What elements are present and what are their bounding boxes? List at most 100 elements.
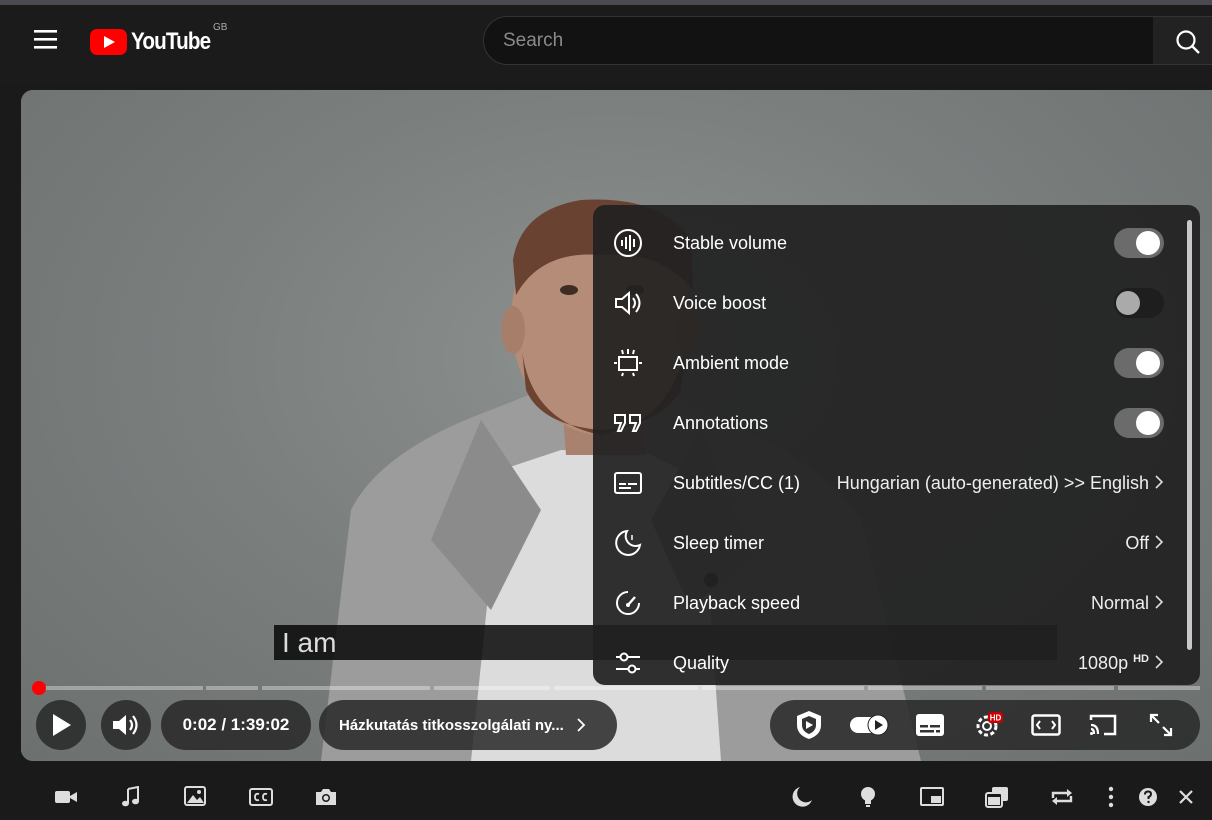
- miniplayer-button[interactable]: [1029, 708, 1063, 742]
- scrubber-handle[interactable]: [32, 681, 46, 695]
- search-input[interactable]: [483, 16, 1154, 65]
- picture-in-picture-button[interactable]: [919, 785, 945, 809]
- ambient-mode-toggle[interactable]: [1114, 348, 1164, 378]
- annotations-icon: [611, 406, 645, 440]
- ambient-mode-icon: [611, 346, 645, 380]
- playback-speed-icon: [611, 586, 645, 620]
- settings-item-value: Hungarian (auto-generated) >> English: [836, 472, 1149, 493]
- chapter-segment[interactable]: [434, 686, 550, 690]
- voice-boost-icon: [611, 286, 645, 320]
- picture-in-picture-icon: [920, 787, 944, 806]
- settings-item-voice-boost[interactable]: Voice boost: [593, 273, 1183, 333]
- image-icon: [184, 786, 206, 806]
- annotations-toggle[interactable]: [1114, 408, 1164, 438]
- settings-item-value: 1080p HD: [1078, 653, 1149, 674]
- windows-stack-icon: [985, 787, 1008, 808]
- help-button[interactable]: [1135, 785, 1161, 809]
- settings-item-ambient-mode[interactable]: Ambient mode: [593, 333, 1183, 393]
- settings-item-stable-volume[interactable]: Stable volume: [593, 213, 1183, 273]
- chapter-title-button[interactable]: Házkutatás titkosszolgálati ny...: [319, 700, 617, 750]
- logo-wordmark: YouTube: [131, 28, 211, 55]
- volume-icon: [113, 715, 138, 735]
- settings-item-sleep-timer[interactable]: Sleep timer Off: [593, 513, 1183, 573]
- settings-item-label: Voice boost: [673, 292, 767, 313]
- settings-button[interactable]: HD: [971, 708, 1005, 742]
- loop-button[interactable]: [1049, 785, 1075, 809]
- settings-item-label: Stable volume: [673, 232, 788, 253]
- fullscreen-button[interactable]: [1144, 708, 1178, 742]
- gear-icon: HD: [976, 712, 1003, 737]
- shield-button[interactable]: [792, 708, 826, 742]
- cast-button[interactable]: [1086, 708, 1120, 742]
- chapter-segment[interactable]: [33, 686, 203, 690]
- time-display: 0:02 / 1:39:02: [161, 700, 311, 750]
- chevron-right-icon: [1155, 475, 1164, 489]
- search-button[interactable]: [1153, 16, 1212, 65]
- popup-player-button[interactable]: [984, 785, 1010, 809]
- music-note-button[interactable]: [118, 785, 144, 809]
- hamburger-icon: [34, 30, 57, 49]
- chevron-right-icon: [1155, 535, 1164, 549]
- search-icon: [1176, 30, 1200, 54]
- quality-icon: [611, 646, 645, 680]
- quality-value: 1080p: [1078, 652, 1129, 673]
- theater-mode-icon: [1030, 714, 1061, 736]
- settings-item-subtitles[interactable]: Subtitles/CC (1) Hungarian (auto-generat…: [593, 453, 1183, 513]
- settings-item-value: Normal: [1090, 592, 1149, 613]
- settings-item-playback-speed[interactable]: Playback speed Normal: [593, 573, 1183, 633]
- settings-item-label: Subtitles/CC (1): [673, 472, 801, 493]
- play-icon: [53, 714, 71, 736]
- stable-volume-icon: [611, 226, 645, 260]
- stable-volume-toggle[interactable]: [1114, 228, 1164, 258]
- subtitles-icon: [916, 714, 945, 736]
- fullscreen-icon: [1149, 713, 1173, 737]
- camera-icon: [316, 789, 336, 805]
- screenshot-button[interactable]: [313, 785, 339, 809]
- subtitles-icon: [611, 466, 645, 500]
- dark-mode-button[interactable]: [789, 785, 815, 809]
- extension-toolbar: [0, 770, 1212, 820]
- youtube-logo[interactable]: YouTube: [90, 27, 223, 57]
- chapter-segment[interactable]: [262, 686, 430, 690]
- menu-button[interactable]: [28, 25, 64, 57]
- autoplay-toggle[interactable]: [849, 708, 890, 742]
- help-icon: [1139, 788, 1157, 806]
- shield-icon: [796, 711, 821, 739]
- settings-item-label: Ambient mode: [673, 352, 790, 373]
- settings-item-quality[interactable]: Quality 1080p HD: [593, 633, 1183, 693]
- volume-button[interactable]: [101, 700, 151, 750]
- settings-item-label: Sleep timer: [673, 532, 765, 553]
- settings-item-label: Annotations: [673, 412, 769, 433]
- time-text: 0:02 / 1:39:02: [182, 715, 290, 734]
- lightbulb-icon: [861, 787, 875, 807]
- closed-captions-button[interactable]: [248, 785, 274, 809]
- video-camera-button[interactable]: [53, 785, 79, 809]
- settings-item-value: Off: [1125, 532, 1149, 553]
- settings-item-label: Quality: [673, 652, 730, 673]
- country-code: GB: [213, 22, 228, 33]
- quality-hd-badge: HD: [1133, 652, 1149, 665]
- settings-menu: Stable volume Voice boost Ambient mode A…: [593, 205, 1200, 685]
- play-button[interactable]: [36, 700, 86, 750]
- settings-badge: HD: [990, 714, 1002, 723]
- chevron-right-icon: [1155, 595, 1164, 609]
- youtube-play-logo-icon: [90, 29, 127, 55]
- right-controls: HD: [770, 700, 1200, 750]
- voice-boost-toggle[interactable]: [1114, 288, 1164, 318]
- chevron-right-icon: [1155, 655, 1164, 669]
- settings-item-label: Playback speed: [673, 592, 801, 613]
- close-button[interactable]: [1173, 785, 1199, 809]
- subtitles-button[interactable]: [913, 708, 947, 742]
- image-button[interactable]: [183, 785, 209, 809]
- more-vertical-icon: [1108, 786, 1114, 808]
- settings-item-annotations[interactable]: Annotations: [593, 393, 1183, 453]
- moon-icon: [792, 787, 812, 807]
- autoplay-toggle-icon: [849, 714, 889, 736]
- settings-scrollbar[interactable]: [1187, 220, 1192, 650]
- chevron-right-icon: [577, 718, 586, 732]
- lightbulb-button[interactable]: [855, 785, 881, 809]
- more-options-button[interactable]: [1098, 785, 1124, 809]
- chapter-segment[interactable]: [206, 686, 258, 690]
- video-camera-icon: [55, 791, 77, 803]
- chapter-title: Házkutatás titkosszolgálati ny...: [339, 716, 564, 734]
